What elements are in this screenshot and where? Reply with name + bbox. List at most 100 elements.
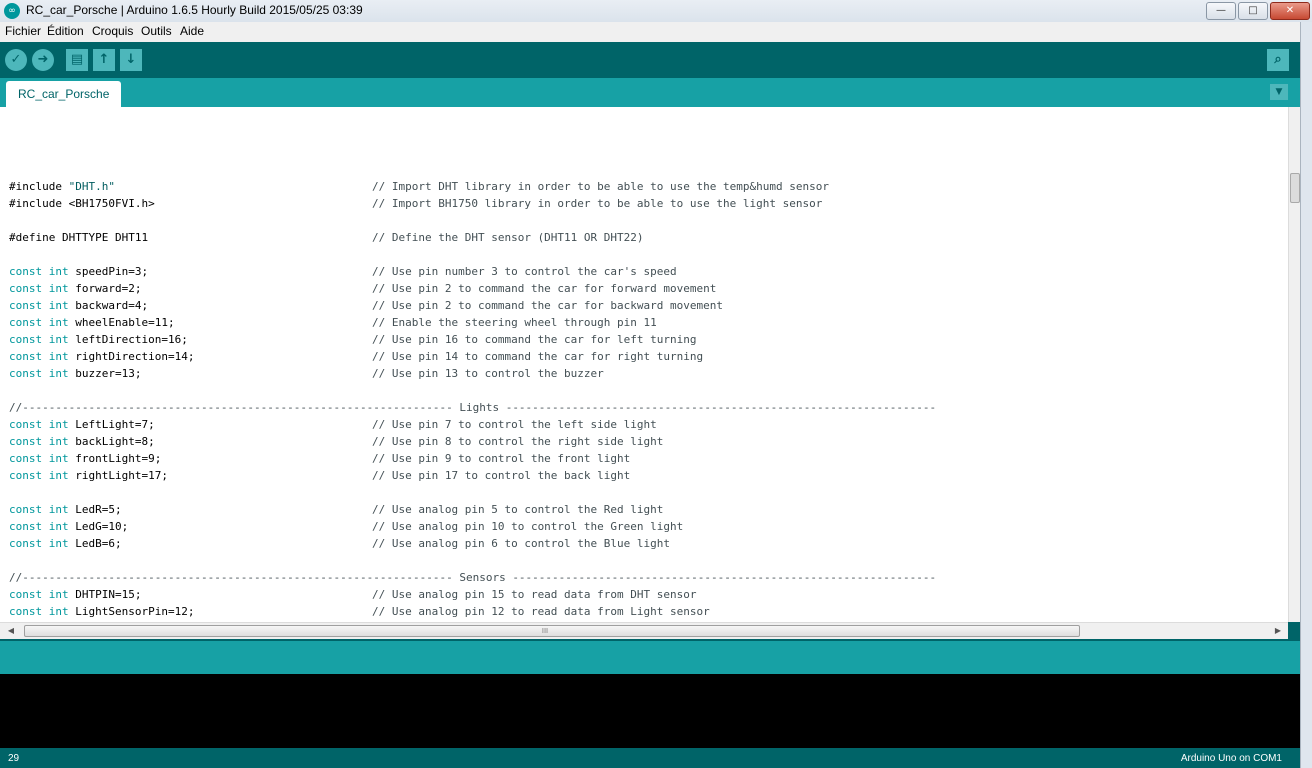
code-comment: // Use pin number 3 to control the car's… xyxy=(372,265,677,278)
code-keyword: const int xyxy=(9,367,69,380)
code-line: #include "DHT.h" // Import DHT library in… xyxy=(9,178,936,195)
code-text: forward=2; xyxy=(68,282,142,295)
code-comment: // Use pin 13 to control the buzzer xyxy=(372,367,604,380)
code-keyword: const int xyxy=(9,520,69,533)
code-line: #define DHTTYPE DHT11 // Define the DHT s… xyxy=(9,229,936,246)
code-line: const int rightDirection=14; // Use pin 1… xyxy=(9,348,936,365)
menu-outils[interactable]: Outils xyxy=(141,24,172,38)
tab-menu-chevron-icon[interactable]: ▼ xyxy=(1270,84,1288,100)
code-keyword: const int xyxy=(9,435,69,448)
close-button[interactable]: ✕ xyxy=(1270,2,1310,20)
upload-icon[interactable]: ➜ xyxy=(32,49,54,71)
serial-monitor-icon[interactable]: ⌕ xyxy=(1267,49,1289,71)
code-keyword: const int xyxy=(9,537,69,550)
line-number: 29 xyxy=(8,753,20,764)
code-keyword: const int xyxy=(9,316,69,329)
menu-edition[interactable]: Édition xyxy=(47,24,84,38)
code-text: wheelEnable=11; xyxy=(68,316,175,329)
code-line: const int speedPin=3; // Use pin number 3… xyxy=(9,263,936,280)
status-bar xyxy=(0,641,1304,674)
code-text: #define DHTTYPE DHT11 xyxy=(9,231,149,244)
code-keyword: const int xyxy=(9,299,69,312)
code-comment: // Import BH1750 library in order to be … xyxy=(372,197,823,210)
code-line: const int LeftLight=7; // Use pin 7 to co… xyxy=(9,416,936,433)
tab-bar: RC_car_Porsche ▼ xyxy=(0,78,1300,107)
code-comment: // Use analog pin 6 to control the Blue … xyxy=(372,537,671,550)
menu-aide[interactable]: Aide xyxy=(180,24,204,38)
code-keyword: const int xyxy=(9,282,69,295)
code-comment: // Use pin 2 to command the car for back… xyxy=(372,299,723,312)
code-keyword: const int xyxy=(9,350,69,363)
verify-icon[interactable]: ✓ xyxy=(5,49,27,71)
code-line: const int backward=4; // Use pin 2 to com… xyxy=(9,297,936,314)
code-editor[interactable]: #include "DHT.h" // Import DHT library in… xyxy=(0,107,1288,622)
code-text: DHTPIN=15; xyxy=(68,588,142,601)
code-comment: // Use pin 8 to control the right side l… xyxy=(372,435,664,448)
background-window-edge xyxy=(1300,22,1312,768)
code-text: buzzer=13; xyxy=(68,367,142,380)
code-text: backward=4; xyxy=(68,299,149,312)
menu-croquis[interactable]: Croquis xyxy=(92,24,133,38)
code-keyword: const int xyxy=(9,469,69,482)
scroll-left-icon[interactable]: ◀ xyxy=(4,624,18,638)
code-line: const int backLight=8; // Use pin 8 to co… xyxy=(9,433,936,450)
code-keyword: const int xyxy=(9,265,69,278)
code-comment: // Enable the steering wheel through pin… xyxy=(372,316,657,329)
code-line: #include <BH1750FVI.h> // Import BH1750 l… xyxy=(9,195,936,212)
code-line: const int LightSensorPin=12; // Use analo… xyxy=(9,603,936,620)
code-line: const int DHTPIN=15; // Use analog pin 15… xyxy=(9,586,936,603)
code-text: LedG=10; xyxy=(68,520,129,533)
code-string: "DHT.h" xyxy=(68,180,115,193)
code-comment: // Use pin 16 to command the car for lef… xyxy=(372,333,697,346)
save-sketch-icon[interactable]: ↓ xyxy=(120,49,142,71)
menu-fichier[interactable]: Fichier xyxy=(5,24,41,38)
console-output[interactable] xyxy=(0,674,1304,748)
code-text: LedR=5; xyxy=(68,503,122,516)
code-comment: // Use pin 2 to command the car for forw… xyxy=(372,282,717,295)
code-comment: // Import DHT library in order to be abl… xyxy=(372,180,829,193)
code-comment: // Use pin 7 to control the left side li… xyxy=(372,418,657,431)
code-text: LightSensorPin=12; xyxy=(68,605,195,618)
code-comment: // Use pin 14 to command the car for rig… xyxy=(372,350,704,363)
menu-bar: Fichier Édition Croquis Outils Aide xyxy=(0,22,1300,43)
code-comment: // Define the DHT sensor (DHT11 OR DHT22… xyxy=(372,231,644,244)
code-line: const int wheelEnable=11; // Enable the s… xyxy=(9,314,936,331)
board-port-info: Arduino Uno on COM1 xyxy=(1180,753,1282,764)
horizontal-scrollbar-thumb[interactable] xyxy=(24,625,1080,637)
scroll-right-icon[interactable]: ▶ xyxy=(1271,624,1285,638)
open-sketch-icon[interactable]: ↑ xyxy=(93,49,115,71)
code-directive: #include xyxy=(9,180,69,193)
code-line: const int LedR=5; // Use analog pin 5 to … xyxy=(9,501,936,518)
code-text: speedPin=3; xyxy=(68,265,149,278)
maximize-button[interactable]: □ xyxy=(1238,2,1268,20)
code-lines: #include "DHT.h" // Import DHT library in… xyxy=(9,144,936,622)
code-text: leftDirection=16; xyxy=(68,333,188,346)
minimize-button[interactable]: — xyxy=(1206,2,1236,20)
code-line: const int buzzer=13; // Use pin 13 to con… xyxy=(9,365,936,382)
code-comment: // Use analog pin 10 to control the Gree… xyxy=(372,520,684,533)
scroll-grip-icon: III xyxy=(541,627,549,635)
code-line: const int LedG=10; // Use analog pin 10 t… xyxy=(9,518,936,535)
toolbar: ✓ ➜ ▤ ↑ ↓ ⌕ xyxy=(0,42,1300,78)
code-text: backLight=8; xyxy=(68,435,155,448)
code-text: rightDirection=14; xyxy=(68,350,195,363)
new-sketch-icon[interactable]: ▤ xyxy=(66,49,88,71)
code-keyword: const int xyxy=(9,503,69,516)
code-line: //--------------------------------------… xyxy=(9,399,936,416)
horizontal-scrollbar[interactable]: ◀ III ▶ xyxy=(0,622,1288,639)
code-keyword: const int xyxy=(9,418,69,431)
section-comment: //--------------------------------------… xyxy=(9,571,937,584)
window-title: RC_car_Porsche | Arduino 1.6.5 Hourly Bu… xyxy=(26,3,363,17)
code-text: frontLight=9; xyxy=(68,452,162,465)
code-line: const int leftDirection=16; // Use pin 16… xyxy=(9,331,936,348)
code-text: #include <BH1750FVI.h> xyxy=(9,197,155,210)
code-keyword: const int xyxy=(9,605,69,618)
vertical-scrollbar-thumb[interactable] xyxy=(1290,173,1300,203)
code-keyword: const int xyxy=(9,333,69,346)
code-comment: // Use pin 9 to control the front light xyxy=(372,452,631,465)
tab-rc-car-porsche[interactable]: RC_car_Porsche xyxy=(6,81,122,107)
